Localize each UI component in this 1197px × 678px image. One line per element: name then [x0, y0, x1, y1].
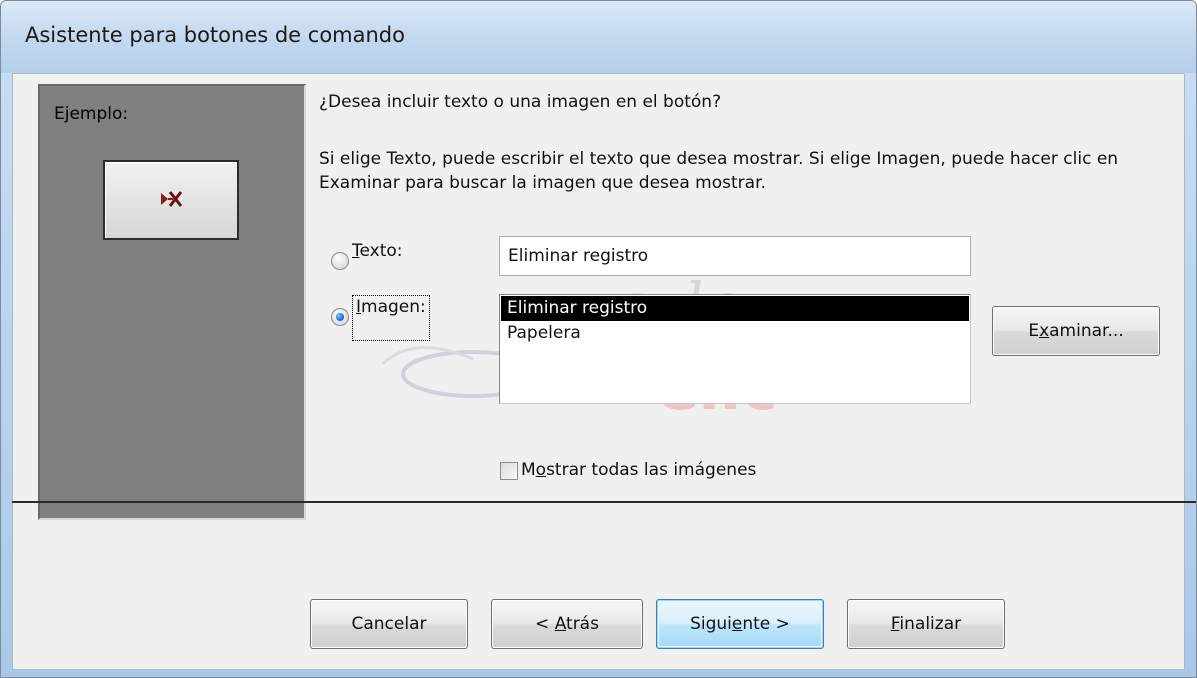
question-text: ¿Desea incluir texto o una imagen en el … — [319, 92, 722, 112]
show-all-images-checkbox[interactable] — [500, 462, 518, 480]
delete-record-icon — [159, 188, 185, 215]
cancel-button[interactable]: Cancelar — [310, 599, 468, 649]
text-option-radio[interactable] — [331, 252, 349, 270]
footer-separator — [12, 501, 1196, 503]
show-all-images-label[interactable]: Mostrar todas las imágenes — [521, 460, 756, 480]
instructions-text: Si elige Texto, puede escribir el texto … — [319, 149, 1119, 193]
button-text-input[interactable] — [499, 236, 971, 276]
example-preview-panel: Ejemplo: — [38, 84, 306, 520]
back-button[interactable]: < Atrás — [491, 599, 643, 649]
image-option-radio[interactable] — [331, 308, 349, 326]
list-item-eliminar-registro[interactable]: Eliminar registro — [501, 296, 969, 321]
wizard-window: Asistente para botones de comando Ejempl… — [0, 0, 1197, 678]
text-option-label[interactable]: Texto: — [352, 241, 403, 261]
next-button[interactable]: Siguiente > — [656, 599, 824, 649]
image-listbox[interactable]: Eliminar registro Papelera — [499, 294, 971, 404]
finish-button[interactable]: Finalizar — [847, 599, 1005, 649]
example-label: Ejemplo: — [54, 104, 129, 124]
wizard-client-area: Ejemplo: ¿Desea incluir texto o una imag… — [12, 73, 1185, 670]
image-option-label[interactable]: Imagen: — [352, 295, 430, 341]
browse-button[interactable]: Examinar... — [992, 306, 1160, 356]
title-bar[interactable]: Asistente para botones de comando — [1, 1, 1196, 73]
window-title: Asistente para botones de comando — [25, 23, 405, 47]
example-button — [103, 160, 239, 240]
list-item-papelera[interactable]: Papelera — [501, 321, 969, 346]
